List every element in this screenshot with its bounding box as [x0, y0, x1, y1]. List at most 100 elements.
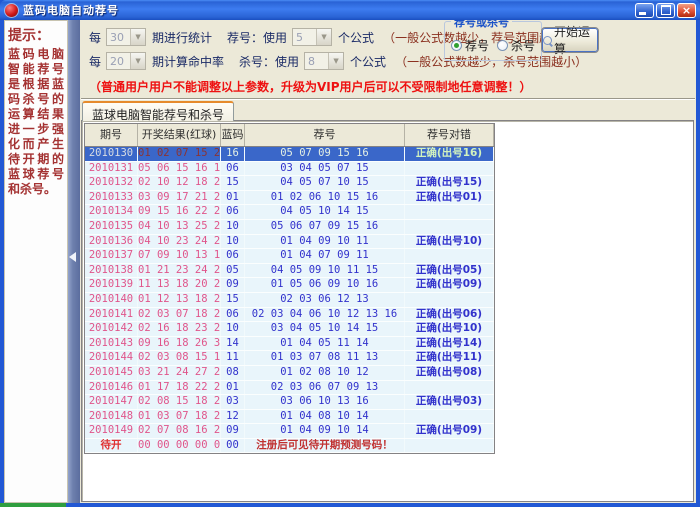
cell-period: 2010138 [85, 264, 138, 278]
table-row[interactable]: 2010144 02 03 08 15 19 21 11 01 03 07 08… [85, 351, 494, 366]
cell-period: 2010133 [85, 191, 138, 205]
table-row[interactable]: 2010148 01 03 07 18 23 27 12 01 04 08 10… [85, 410, 494, 425]
cell-pick-result [405, 220, 494, 234]
cell-red-balls: 11 13 18 20 26 31 [138, 278, 221, 292]
hit-rate-period-select[interactable]: 20 ▼ [106, 52, 146, 70]
table-row[interactable]: 2010140 01 12 13 18 26 29 15 02 03 06 12… [85, 293, 494, 308]
cell-picks: 05 06 07 09 15 16 [245, 220, 405, 234]
tab-blue-ball-smart[interactable]: 蓝球电脑智能荐号和杀号 [82, 101, 234, 121]
header-blue-code: 蓝码 [221, 124, 245, 146]
cell-period: 2010147 [85, 395, 138, 409]
cell-blue-code: 05 [221, 264, 245, 278]
restore-icon [661, 5, 671, 15]
app-icon [4, 3, 19, 18]
cell-period: 2010149 [85, 424, 138, 438]
kill-use-label: 杀号：使用 [239, 53, 299, 70]
cell-picks: 02 03 04 06 10 12 13 16 [245, 308, 405, 322]
radio-kill-number[interactable]: 杀号 [497, 37, 535, 54]
cell-period: 2010135 [85, 220, 138, 234]
table-row[interactable]: 2010146 01 17 18 22 25 32 01 02 03 06 07… [85, 381, 494, 396]
cell-period: 2010134 [85, 205, 138, 219]
cell-red-balls: 04 10 13 25 26 30 [138, 220, 221, 234]
radio-pick-number[interactable]: 荐号 [451, 37, 489, 54]
window-title: 蓝码电脑自动荐号 [23, 2, 635, 18]
cell-period: 2010137 [85, 249, 138, 263]
main-panel: 每 30 ▼ 期进行统计 荐号：使用 5 ▼ 个公式 （一般公式数越少，荐号范围… [80, 20, 696, 503]
table-row[interactable]: 2010136 04 10 23 24 26 33 10 01 04 09 10… [85, 235, 494, 250]
formula-unit-label-2: 个公式 [350, 53, 386, 70]
cell-picks: 02 03 06 07 09 13 [245, 381, 405, 395]
hit-rate-label: 期计算命中率 [152, 53, 224, 70]
tab-strip: 蓝球电脑智能荐号和杀号 [80, 100, 696, 120]
stat-period-select[interactable]: 30 ▼ [106, 28, 146, 46]
formula-unit-label-1: 个公式 [338, 29, 374, 46]
cell-red-balls: 09 15 16 22 27 28 [138, 205, 221, 219]
cell-pick-result [405, 205, 494, 219]
start-calc-button[interactable]: 开始运算 [542, 28, 598, 52]
tab-page: 期号 开奖结果(红球) 蓝码 荐号 荐号对错 2010130 01 02 07 … [81, 120, 694, 502]
cell-picks: 01 03 07 08 11 13 [245, 351, 405, 365]
table-row[interactable]: 2010134 09 15 16 22 27 28 06 04 05 10 14… [85, 205, 494, 220]
cell-pick-result: 正确(出号06) [405, 308, 494, 322]
cell-blue-code: 06 [221, 205, 245, 219]
cell-pick-result [405, 381, 494, 395]
table-row[interactable]: 2010141 02 03 07 18 23 27 06 02 03 04 06… [85, 308, 494, 323]
restore-button[interactable] [656, 3, 675, 18]
table-row[interactable]: 2010133 03 09 17 21 26 32 01 01 02 06 10… [85, 191, 494, 206]
cell-red-balls: 01 21 23 24 26 30 [138, 264, 221, 278]
close-button[interactable]: × [677, 3, 696, 18]
table-row[interactable]: 2010132 02 10 12 18 24 33 15 04 05 07 10… [85, 176, 494, 191]
minimize-button[interactable] [635, 3, 654, 18]
cell-red-balls: 01 02 07 15 21 31 [138, 147, 221, 161]
cell-pick-result [405, 249, 494, 263]
cell-pick-result: 正确(出号09) [405, 424, 494, 438]
cell-red-balls: 02 16 18 23 26 27 [138, 322, 221, 336]
cell-red-balls: 02 07 08 16 25 30 [138, 424, 221, 438]
sidebar-splitter[interactable] [68, 20, 80, 503]
header-pick-result: 荐号对错 [405, 124, 494, 146]
cell-period: 2010144 [85, 351, 138, 365]
table-row[interactable]: 2010138 01 21 23 24 26 30 05 04 05 09 10… [85, 264, 494, 279]
table-row[interactable]: 2010135 04 10 13 25 26 30 10 05 06 07 09… [85, 220, 494, 235]
cell-pick-result [405, 293, 494, 307]
cell-blue-code: 14 [221, 337, 245, 351]
table-row[interactable]: 2010130 01 02 07 15 21 31 16 05 07 09 15… [85, 147, 494, 162]
cell-pick-result: 正确(出号11) [405, 351, 494, 365]
cell-red-balls: 02 03 08 15 19 21 [138, 351, 221, 365]
cell-blue-code: 00 [221, 439, 245, 453]
table-row[interactable]: 2010137 07 09 10 13 19 33 06 01 04 07 09… [85, 249, 494, 264]
table-row[interactable]: 待开 00 00 00 00 00 00 00 注册后可见待开期预测号码！ [85, 439, 494, 454]
client-area: 提示： 蓝码电脑智能荐号是根据蓝码杀号的运算结果进一步强化而产生待开期的蓝球荐号… [4, 20, 696, 503]
cell-period: 2010143 [85, 337, 138, 351]
table-row[interactable]: 2010143 09 16 18 26 30 31 14 01 04 05 11… [85, 337, 494, 352]
table-row[interactable]: 2010142 02 16 18 23 26 27 10 03 04 05 10… [85, 322, 494, 337]
table-row[interactable]: 2010147 02 08 15 18 24 30 03 03 06 10 13… [85, 395, 494, 410]
cell-period: 2010141 [85, 308, 138, 322]
table-row[interactable]: 2010139 11 13 18 20 26 31 09 01 05 06 09… [85, 278, 494, 293]
table-row[interactable]: 2010149 02 07 08 16 25 30 09 01 04 09 10… [85, 424, 494, 439]
cell-pick-result: 正确(出号01) [405, 191, 494, 205]
pick-formula-select[interactable]: 5 ▼ [292, 28, 332, 46]
table-row[interactable]: 2010145 03 21 24 27 28 31 08 01 02 08 10… [85, 366, 494, 381]
cell-period: 2010140 [85, 293, 138, 307]
cell-blue-code: 01 [221, 381, 245, 395]
cell-red-balls: 04 10 23 24 26 33 [138, 235, 221, 249]
cell-red-balls: 07 09 10 13 19 33 [138, 249, 221, 263]
status-progress-strip [0, 503, 66, 507]
close-icon: × [682, 4, 691, 17]
cell-pick-result [405, 410, 494, 424]
cell-period: 2010131 [85, 162, 138, 176]
cell-picks: 01 04 05 11 14 [245, 337, 405, 351]
chevron-down-icon: ▼ [130, 53, 145, 69]
search-icon [543, 36, 552, 45]
cell-blue-code: 01 [221, 191, 245, 205]
cell-period: 2010139 [85, 278, 138, 292]
header-red-balls: 开奖结果(红球) [138, 124, 221, 146]
chevron-down-icon: ▼ [328, 53, 343, 69]
cell-red-balls: 02 10 12 18 24 33 [138, 176, 221, 190]
hint-text: 蓝码电脑智能荐号是根据蓝码杀号的运算结果进一步强化而产生待开期的蓝球荐号和杀号。 [8, 47, 64, 197]
table-row[interactable]: 2010131 05 06 15 16 19 26 06 03 04 05 07… [85, 162, 494, 177]
cell-picks: 01 04 09 10 11 [245, 235, 405, 249]
every-label-1: 每 [89, 29, 101, 46]
kill-formula-select[interactable]: 8 ▼ [304, 52, 344, 70]
